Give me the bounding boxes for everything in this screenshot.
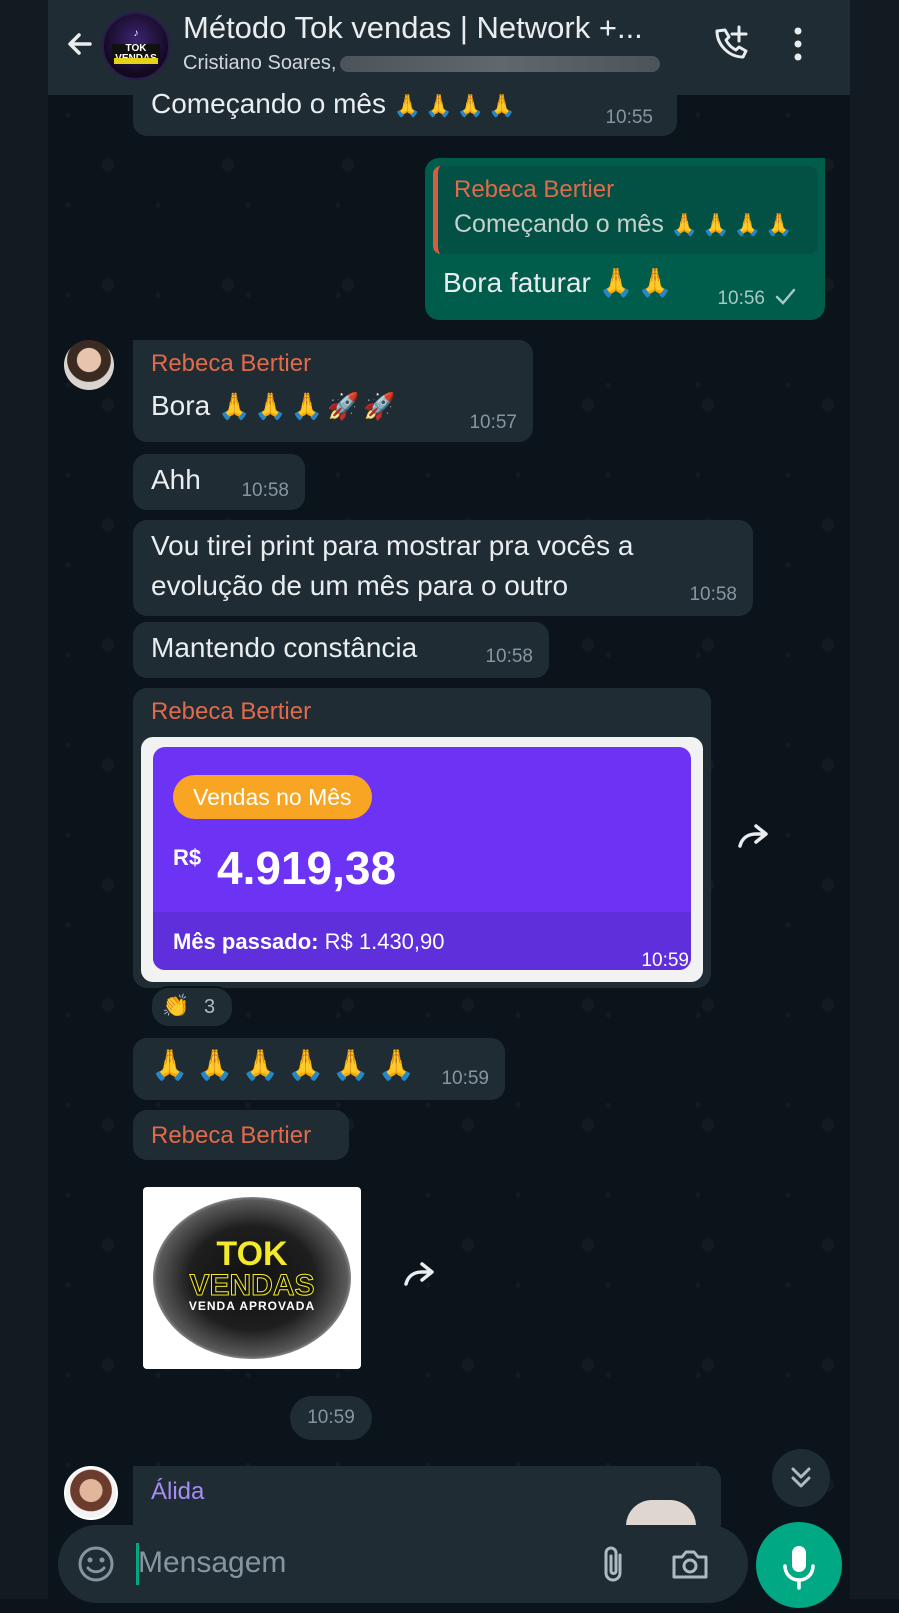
message-time: 10:58 bbox=[485, 646, 533, 667]
message-time: 10:56 bbox=[717, 288, 765, 309]
quoted-sender: Rebeca Bertier bbox=[454, 176, 615, 203]
quoted-text: Começando o mês bbox=[454, 210, 664, 238]
scroll-down-icon[interactable] bbox=[772, 1449, 830, 1507]
sales-pill: Vendas no Mês bbox=[173, 775, 372, 819]
rebeca-avatar[interactable] bbox=[64, 340, 114, 390]
sticker-time: 10:59 bbox=[290, 1396, 372, 1440]
message-time: 10:57 bbox=[469, 412, 517, 433]
sales-amount: 4.919,38 bbox=[217, 842, 397, 894]
avatar-stripe bbox=[114, 58, 158, 64]
forward-icon[interactable] bbox=[394, 1250, 446, 1302]
sticker-image[interactable]: TOK VENDAS VENDA APROVADA bbox=[143, 1187, 361, 1369]
mic-icon bbox=[783, 1546, 815, 1590]
alida-avatar[interactable] bbox=[64, 1466, 118, 1520]
last-month-label: Mês passado: bbox=[173, 929, 319, 954]
camera-icon[interactable] bbox=[668, 1543, 712, 1585]
forward-icon[interactable] bbox=[728, 812, 780, 864]
reaction-count: 3 bbox=[204, 996, 216, 1018]
attach-icon[interactable] bbox=[594, 1543, 634, 1585]
message-bubble[interactable]: Rebeca Bertier Bora 🙏🙏🙏🚀🚀 10:57 bbox=[133, 340, 533, 442]
last-month-value: R$ 1.430,90 bbox=[324, 929, 445, 954]
back-arrow-icon[interactable] bbox=[60, 24, 100, 64]
sales-screenshot[interactable]: Vendas no Mês R$ 4.919,38 Mês passado: R… bbox=[141, 737, 703, 982]
sender-name[interactable]: Rebeca Bertier bbox=[151, 1122, 311, 1150]
pray-emoji: 🙏🙏 bbox=[598, 266, 677, 299]
message-text: Vou tirei print para mostrar pra vocês a… bbox=[151, 530, 634, 601]
more-options-icon[interactable] bbox=[786, 22, 810, 66]
message-time: 10:58 bbox=[689, 584, 737, 605]
pray-emoji: 🙏🙏🙏🙏 bbox=[670, 213, 797, 238]
blurred-names bbox=[340, 55, 661, 72]
tiktok-icon: ♪ bbox=[133, 28, 139, 39]
group-avatar[interactable]: ♪ TOK VENDAS bbox=[102, 12, 170, 80]
reaction-badge[interactable]: 👏 3 bbox=[150, 986, 234, 1028]
message-bubble[interactable]: Mantendo constância 10:58 bbox=[133, 622, 549, 678]
sticker-line2: VENDAS bbox=[189, 1269, 315, 1303]
pray-emoji: 🙏🙏🙏🙏 bbox=[393, 94, 520, 119]
sender-name[interactable]: Álida bbox=[151, 1478, 204, 1506]
message-bubble[interactable]: 🙏🙏🙏🙏🙏🙏 10:59 bbox=[133, 1038, 505, 1100]
left-margin bbox=[0, 0, 48, 1599]
right-margin bbox=[850, 0, 899, 1599]
message-time: 10:55 bbox=[605, 107, 653, 128]
sender-name[interactable]: Rebeca Bertier bbox=[151, 350, 311, 378]
add-call-icon[interactable] bbox=[708, 22, 752, 66]
read-check-icon bbox=[771, 282, 799, 310]
outgoing-message-bubble[interactable]: Rebeca Bertier Começando o mês 🙏🙏🙏🙏 Bora… bbox=[425, 158, 825, 320]
chat-title[interactable]: Método Tok vendas | Network +... bbox=[183, 10, 683, 46]
pray-emoji: 🙏🙏🙏🙏🙏🙏 bbox=[151, 1048, 424, 1083]
message-text: Bora bbox=[151, 390, 211, 421]
sticker-line3: VENDA APROVADA bbox=[188, 1299, 316, 1313]
participants-text: Cristiano Soares, bbox=[183, 52, 337, 74]
message-bubble[interactable]: Começando o mês 🙏🙏🙏🙏 10:55 bbox=[133, 80, 677, 136]
last-month-strip: Mês passado: R$ 1.430,90 bbox=[153, 912, 691, 970]
emoji-icon[interactable] bbox=[76, 1544, 116, 1584]
currency-symbol: R$ bbox=[173, 845, 202, 870]
message-text: Mantendo constância bbox=[151, 632, 418, 663]
sender-header-bubble[interactable]: Rebeca Bertier bbox=[133, 1110, 349, 1160]
message-input[interactable]: Mensagem bbox=[138, 1546, 286, 1580]
pray-rocket-emoji: 🙏🙏🙏🚀🚀 bbox=[217, 392, 400, 422]
message-time: 10:59 bbox=[441, 1068, 489, 1089]
message-text: Bora faturar bbox=[443, 267, 591, 298]
message-text: Ahh bbox=[151, 464, 201, 495]
message-text: Começando o mês bbox=[151, 88, 387, 119]
sender-name[interactable]: Rebeca Bertier bbox=[151, 698, 311, 726]
message-composer[interactable]: Mensagem bbox=[58, 1525, 748, 1603]
clap-emoji: 👏 bbox=[162, 994, 190, 1019]
chat-participants[interactable]: Cristiano Soares, bbox=[183, 52, 683, 75]
message-time: 10:59 bbox=[641, 950, 689, 971]
message-time: 10:58 bbox=[241, 480, 289, 501]
message-bubble[interactable]: Vou tirei print para mostrar pra vocês a… bbox=[133, 520, 753, 616]
sales-card: Vendas no Mês R$ 4.919,38 Mês passado: R… bbox=[153, 747, 691, 970]
voice-message-button[interactable] bbox=[756, 1522, 842, 1608]
quoted-message[interactable]: Rebeca Bertier Começando o mês 🙏🙏🙏🙏 bbox=[433, 166, 818, 254]
message-bubble[interactable]: Ahh 10:58 bbox=[133, 454, 305, 510]
